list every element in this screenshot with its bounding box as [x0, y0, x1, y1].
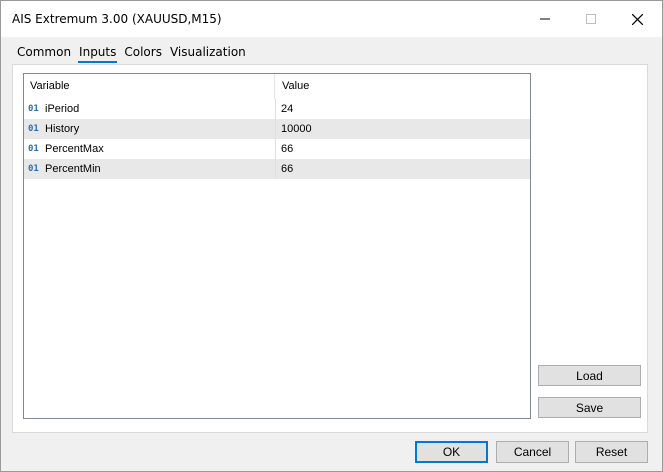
table-row[interactable]: 01 History 10000 — [24, 119, 530, 139]
integer-type-icon: 01 — [28, 144, 39, 154]
variable-value[interactable]: 24 — [281, 99, 526, 119]
save-button[interactable]: Save — [538, 397, 641, 418]
close-button[interactable] — [614, 1, 660, 37]
variable-value[interactable]: 66 — [281, 159, 526, 179]
minimize-button[interactable] — [522, 1, 568, 37]
variable-name: PercentMax — [45, 143, 104, 155]
tab-strip: Common Inputs Colors Visualization — [13, 45, 250, 65]
minimize-icon — [540, 18, 550, 20]
title-bar[interactable]: AIS Extremum 3.00 (XAUUSD,M15) — [1, 1, 662, 37]
column-divider — [275, 99, 276, 119]
table-row[interactable]: 01 PercentMin 66 — [24, 159, 530, 179]
variable-value[interactable]: 10000 — [281, 119, 526, 139]
variable-name: PercentMin — [45, 163, 101, 175]
ok-button[interactable]: OK — [415, 441, 488, 463]
column-divider — [275, 159, 276, 179]
inputs-grid[interactable]: Variable Value 01 iPeriod 24 01 History … — [23, 73, 531, 419]
tab-visualization[interactable]: Visualization — [166, 45, 250, 65]
tab-common[interactable]: Common — [13, 45, 75, 65]
cancel-button[interactable]: Cancel — [496, 441, 569, 463]
integer-type-icon: 01 — [28, 104, 39, 114]
column-divider — [275, 119, 276, 139]
dialog-window: AIS Extremum 3.00 (XAUUSD,M15) Common In… — [0, 0, 663, 472]
reset-button[interactable]: Reset — [575, 441, 648, 463]
maximize-icon — [586, 14, 596, 24]
variable-value[interactable]: 66 — [281, 139, 526, 159]
table-row[interactable]: 01 iPeriod 24 — [24, 99, 530, 119]
close-icon — [631, 13, 643, 25]
integer-type-icon: 01 — [28, 164, 39, 174]
column-divider — [275, 139, 276, 159]
column-header-variable[interactable]: Variable — [24, 74, 275, 99]
load-button[interactable]: Load — [538, 365, 641, 386]
tab-inputs[interactable]: Inputs — [75, 45, 120, 65]
window-title: AIS Extremum 3.00 (XAUUSD,M15) — [12, 12, 222, 26]
inputs-panel: Variable Value 01 iPeriod 24 01 History … — [12, 64, 648, 433]
grid-header: Variable Value — [24, 74, 530, 99]
variable-name: History — [45, 123, 80, 135]
integer-type-icon: 01 — [28, 124, 39, 134]
table-row[interactable]: 01 PercentMax 66 — [24, 139, 530, 159]
maximize-button[interactable] — [568, 1, 614, 37]
variable-name: iPeriod — [45, 103, 80, 115]
tab-colors[interactable]: Colors — [120, 45, 166, 65]
column-header-value[interactable]: Value — [276, 74, 530, 99]
